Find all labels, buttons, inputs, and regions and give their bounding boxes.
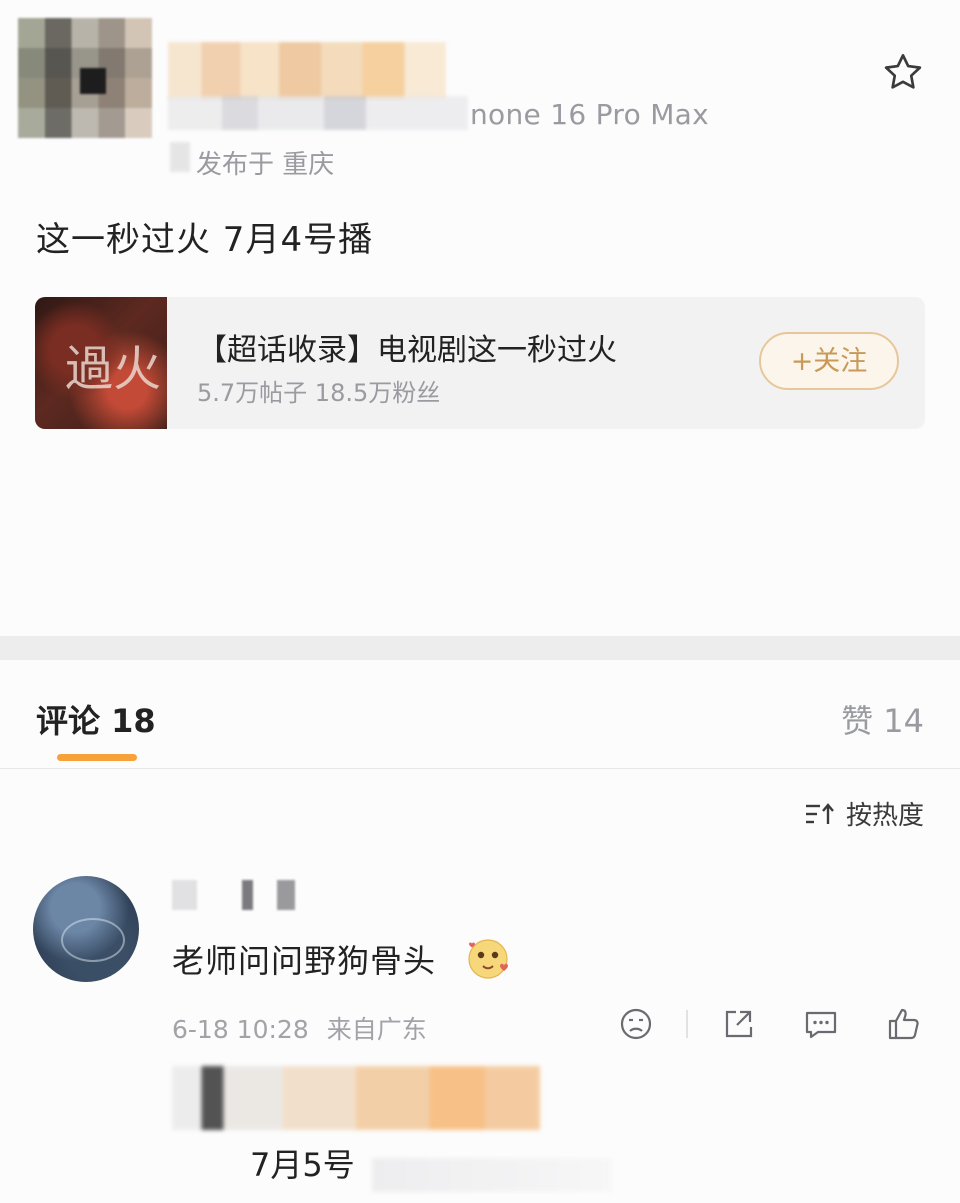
- published-location: 发布于 重庆: [196, 150, 335, 180]
- action-separator: [686, 1010, 688, 1038]
- topic-cover-image: 過火: [35, 297, 167, 429]
- comment-time: 6-18 10:28: [172, 1015, 309, 1044]
- tab-likes[interactable]: 赞 14: [841, 696, 924, 742]
- commenter-name-redacted[interactable]: [172, 880, 312, 910]
- commenter-avatar[interactable]: [33, 876, 139, 982]
- share-icon[interactable]: [720, 1006, 756, 1042]
- comment-location: 来自广东: [326, 1015, 427, 1044]
- topic-meta: 5.7万帖子 18.5万粉丝: [197, 379, 441, 407]
- author-avatar[interactable]: [18, 18, 152, 138]
- topic-title: 【超话收录】电视剧这一秒过火: [197, 333, 617, 368]
- comment-meta: 6-18 10:28 来自广东: [172, 1010, 427, 1046]
- follow-button[interactable]: +关注: [759, 332, 899, 390]
- like-icon[interactable]: [886, 1006, 922, 1042]
- header-divider: [0, 768, 960, 769]
- reply-text: 7月5号: [250, 1146, 355, 1184]
- comment-text: 老师问问野狗骨头: [172, 942, 437, 980]
- reply-redacted-tail: [372, 1158, 612, 1192]
- published-redacted: [170, 142, 190, 172]
- star-icon[interactable]: [880, 50, 926, 96]
- emoji-icon: [468, 939, 508, 979]
- sort-label: 按热度: [845, 801, 924, 831]
- tab-active-indicator: [57, 754, 137, 761]
- tab-comments[interactable]: 评论 18: [36, 696, 156, 742]
- sort-icon: [805, 802, 834, 824]
- device-label: none 16 Pro Max: [470, 98, 709, 131]
- author-name-redacted[interactable]: [168, 42, 446, 100]
- author-device-redacted: [168, 96, 468, 130]
- sort-button[interactable]: 按热度: [804, 795, 924, 832]
- cover-glyph: 過火: [65, 341, 162, 397]
- topic-card[interactable]: 過火 【超话收录】电视剧这一秒过火 5.7万帖子 18.5万粉丝 +关注: [35, 297, 925, 429]
- comment-icon[interactable]: [803, 1006, 839, 1042]
- reply-author-redacted[interactable]: [172, 1066, 540, 1130]
- post-content: 这一秒过火 7月4号播: [36, 220, 374, 260]
- section-divider: [0, 636, 960, 660]
- dislike-icon[interactable]: [618, 1006, 654, 1042]
